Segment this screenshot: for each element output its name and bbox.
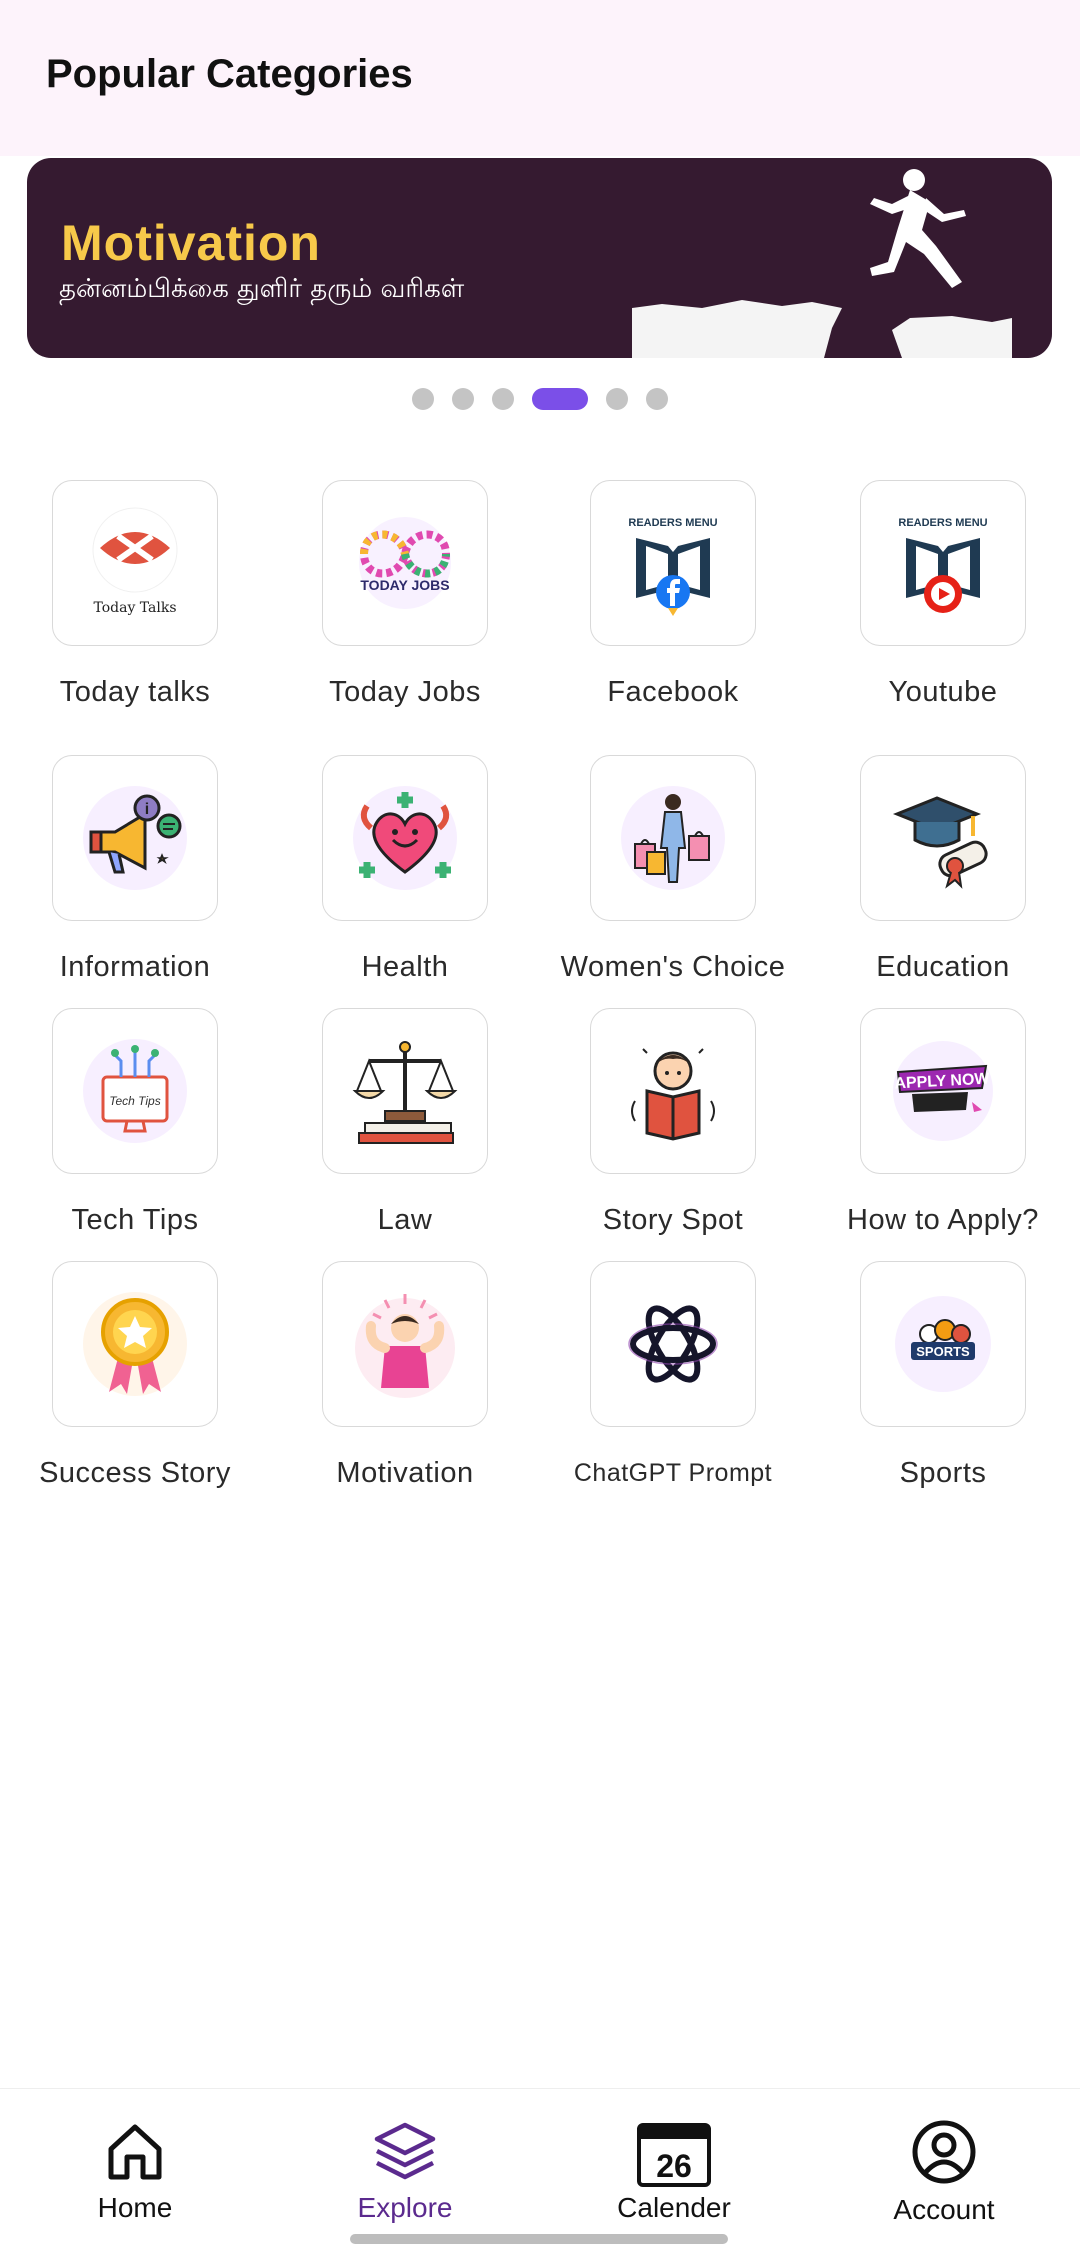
category-tile[interactable] (322, 755, 488, 921)
category-label: Sports (899, 1457, 987, 1489)
heart-health-icon (353, 786, 457, 890)
category-tile[interactable]: Tech Tips (52, 1008, 218, 1174)
category-label: Health (361, 951, 449, 983)
category-tile[interactable]: SPORTS (860, 1261, 1026, 1427)
category-tile[interactable] (590, 1008, 756, 1174)
category-tile[interactable] (860, 755, 1026, 921)
home-icon (108, 2124, 162, 2180)
category-youtube[interactable]: READERS MENU Youtube (818, 480, 1068, 709)
motivation-person-icon (355, 1294, 455, 1398)
megaphone-info-icon: i (83, 786, 187, 890)
apply-now-icon: APPLY NOW (893, 1041, 993, 1141)
category-label: ChatGPT Prompt (573, 1459, 773, 1487)
reading-book-icon (631, 1048, 715, 1141)
category-label: Youtube (888, 676, 998, 708)
category-tile[interactable]: READERS MENU (860, 480, 1026, 646)
category-label: Story Spot (602, 1204, 744, 1236)
app-header: Popular Categories (0, 0, 1080, 156)
carousel-indicators (0, 387, 1080, 411)
today-talks-logo-text: Today Talks (93, 600, 176, 616)
category-information[interactable]: i Information (10, 755, 260, 984)
category-tile[interactable]: TODAY JOBS (322, 480, 488, 646)
banner-title: Motivation (61, 215, 321, 271)
award-ribbon-icon (83, 1292, 187, 1396)
layers-icon (374, 2122, 436, 2180)
category-label: Education (876, 951, 1010, 983)
category-health[interactable]: Health (280, 755, 530, 984)
shopping-woman-icon (621, 786, 725, 890)
page-title: Popular Categories (46, 52, 413, 96)
nav-explore[interactable]: Explore (305, 2119, 505, 2224)
readers-menu-youtube-logo: READERS MENU (898, 517, 988, 613)
sports-icon-text: SPORTS (916, 1344, 970, 1359)
category-how-to-apply[interactable]: APPLY NOW How to Apply? (818, 1008, 1068, 1237)
tech-tips-icon-text: Tech Tips (109, 1094, 160, 1108)
category-motivation[interactable]: Motivation (280, 1261, 530, 1490)
nav-label: Calender (617, 2192, 731, 2223)
calendar-date-text: 26 (656, 2148, 692, 2184)
category-label: Women's Choice (560, 951, 786, 983)
category-chatgpt-prompt[interactable]: ChatGPT Prompt (548, 1261, 798, 1488)
sports-balls-icon: SPORTS (895, 1296, 991, 1392)
today-jobs-logo: TODAY JOBS (359, 517, 451, 609)
category-law[interactable]: Law (280, 1008, 530, 1237)
category-tile[interactable]: Today Talks (52, 480, 218, 646)
carousel-dot[interactable] (646, 388, 668, 410)
category-today-jobs[interactable]: TODAY JOBS Today Jobs (280, 480, 530, 709)
carousel-dot[interactable] (452, 388, 474, 410)
category-tech-tips[interactable]: Tech Tips Tech Tips (10, 1008, 260, 1237)
category-tile[interactable]: APPLY NOW (860, 1008, 1026, 1174)
category-label: Motivation (336, 1457, 474, 1489)
category-label: Today talks (59, 676, 211, 708)
carousel-dot[interactable] (606, 388, 628, 410)
category-tile[interactable] (590, 755, 756, 921)
readers-menu-text: READERS MENU (898, 517, 987, 529)
category-sports[interactable]: SPORTS Sports (818, 1261, 1068, 1490)
category-today-talks[interactable]: Today Talks Today talks (10, 480, 260, 709)
scales-of-justice-icon (352, 1041, 458, 1144)
readers-menu-text: READERS MENU (628, 517, 717, 529)
category-label: Tech Tips (71, 1204, 199, 1236)
account-icon (912, 2120, 976, 2184)
tech-tips-monitor-icon: Tech Tips (83, 1039, 187, 1143)
nav-calender[interactable]: 26 Calender (574, 2119, 774, 2224)
category-label: Information (59, 951, 211, 983)
carousel-dot[interactable] (412, 388, 434, 410)
nav-label: Account (893, 2194, 995, 2225)
carousel-dot-active[interactable] (532, 388, 588, 410)
readers-menu-facebook-logo: READERS MENU (628, 517, 718, 616)
chatgpt-logo (628, 1305, 718, 1383)
category-label: How to Apply? (847, 1204, 1039, 1236)
category-facebook[interactable]: READERS MENU Facebook (548, 480, 798, 709)
category-education[interactable]: Education (818, 755, 1068, 984)
category-label: Today Jobs (329, 676, 481, 708)
category-tile[interactable] (52, 1261, 218, 1427)
carousel-dot[interactable] (492, 388, 514, 410)
category-label: Law (377, 1204, 433, 1236)
category-tile[interactable] (322, 1008, 488, 1174)
category-success-story[interactable]: Success Story (10, 1261, 260, 1490)
category-label: Facebook (607, 676, 739, 708)
graduation-cap-icon (892, 796, 988, 889)
today-jobs-logo-text: TODAY JOBS (360, 577, 449, 593)
category-story-spot[interactable]: Story Spot (548, 1008, 798, 1237)
category-womens-choice[interactable]: Women's Choice (548, 755, 798, 984)
today-talks-logo: Today Talks (92, 507, 178, 616)
calendar-icon: 26 (637, 2123, 711, 2187)
carousel-banner[interactable]: Motivation தன்னம்பிக்கை துளிர் தரும் வரி… (27, 158, 1052, 358)
nav-account[interactable]: Account (844, 2119, 1044, 2226)
svg-text:i: i (145, 801, 149, 818)
category-tile[interactable]: i (52, 755, 218, 921)
category-tile[interactable] (590, 1261, 756, 1427)
category-label: Success Story (39, 1457, 231, 1489)
nav-label: Explore (357, 2192, 453, 2223)
nav-home[interactable]: Home (35, 2119, 235, 2224)
category-tile[interactable] (322, 1261, 488, 1427)
category-tile[interactable]: READERS MENU (590, 480, 756, 646)
jumping-man-illustration (632, 169, 1012, 358)
banner-subtitle: தன்னம்பிக்கை துளிர் தரும் வரிகள் (59, 274, 465, 304)
gesture-home-bar[interactable] (350, 2234, 728, 2244)
nav-label: Home (97, 2192, 173, 2223)
